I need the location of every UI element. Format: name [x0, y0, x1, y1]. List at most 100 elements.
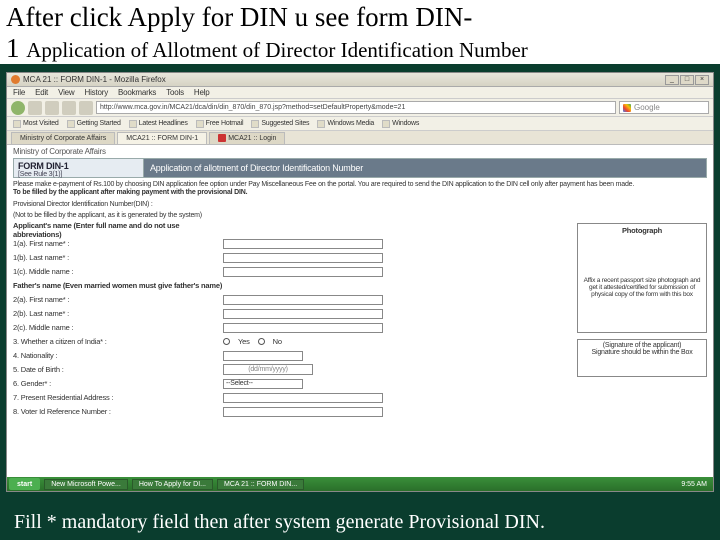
father-last-input[interactable] [223, 309, 383, 319]
citizen-yes-radio[interactable] [223, 338, 230, 345]
father-middle-input[interactable] [223, 323, 383, 333]
bookmark-icon [196, 120, 204, 128]
menu-edit[interactable]: Edit [35, 88, 48, 97]
slide-footer: Fill * mandatory field then after system… [0, 511, 720, 534]
search-placeholder: Google [634, 103, 660, 112]
form-rule: [See Rule 3(1)] [18, 171, 139, 178]
photo-box: Photograph Affix a recent passport size … [577, 223, 707, 333]
bookmark-icon [317, 120, 325, 128]
father-middle-label: 2(c). Middle name : [13, 323, 223, 332]
firefox-icon [11, 75, 20, 84]
bookmark-item[interactable]: Getting Started [67, 120, 121, 128]
middle-name-input[interactable] [223, 267, 383, 277]
title-line2-rest: Application of Allotment of Director Ide… [26, 38, 528, 62]
tab-form-din1[interactable]: MCA21 :: FORM DIN-1 [117, 132, 207, 144]
window-title: MCA 21 :: FORM DIN-1 - Mozilla Firefox [23, 75, 166, 84]
reload-icon[interactable] [45, 101, 59, 115]
provisional-din-label: Provisional Director Identification Numb… [13, 201, 707, 209]
photo-note: Affix a recent passport size photograph … [580, 275, 704, 300]
address-label: 7. Present Residential Address : [13, 393, 223, 402]
taskbar-item[interactable]: MCA 21 :: FORM DIN... [217, 479, 304, 490]
bookmark-icon [382, 120, 390, 128]
breadcrumb: Ministry of Corporate Affairs [13, 147, 707, 156]
home-icon[interactable] [79, 101, 93, 115]
first-name-input[interactable] [223, 239, 383, 249]
address-input[interactable] [223, 393, 383, 403]
clock: 9:55 AM [681, 481, 707, 488]
bookmark-item[interactable]: Most Visited [13, 120, 59, 128]
signature-box: (Signature of the applicant) Signature s… [577, 339, 707, 377]
gender-select[interactable]: --Select-- [223, 379, 303, 389]
father-first-label: 2(a). First name* : [13, 295, 223, 304]
maximize-button[interactable]: □ [680, 75, 694, 85]
tab-mca-login[interactable]: MCA21 :: Login [209, 132, 285, 144]
tab-bar: Ministry of Corporate Affairs MCA21 :: F… [7, 131, 713, 145]
provisional-din-hint: (Not to be filled by the applicant, as i… [13, 212, 707, 220]
father-name-header: Father's name (Even married women must g… [13, 281, 222, 290]
slide-title: After click Apply for DIN u see form DIN… [0, 0, 720, 64]
bookmark-item[interactable]: Free Hotmail [196, 120, 244, 128]
bookmark-item[interactable]: Latest Headlines [129, 120, 188, 128]
menu-file[interactable]: File [13, 88, 25, 97]
close-button[interactable]: × [695, 75, 709, 85]
back-icon[interactable] [11, 101, 25, 115]
stop-icon[interactable] [62, 101, 76, 115]
form-instructions: Please make e-payment of Rs.100 by choos… [13, 181, 707, 198]
signature-label: (Signature of the applicant) [580, 342, 704, 349]
bookmarks-bar: Most Visited Getting Started Latest Head… [7, 117, 713, 131]
last-name-label: 1(b). Last name* : [13, 253, 223, 262]
google-icon [623, 104, 631, 112]
dob-input[interactable]: (dd/mm/yyyy) [223, 364, 313, 375]
menu-bar: File Edit View History Bookmarks Tools H… [7, 87, 713, 99]
tab-favicon [218, 134, 226, 142]
forward-icon[interactable] [28, 101, 42, 115]
last-name-input[interactable] [223, 253, 383, 263]
middle-name-label: 1(c). Middle name : [13, 267, 223, 276]
menu-view[interactable]: View [58, 88, 74, 97]
bookmark-icon [129, 120, 137, 128]
bookmark-item[interactable]: Suggested Sites [251, 120, 309, 128]
nationality-label: 4. Nationality : [13, 351, 223, 360]
start-button[interactable]: start [9, 478, 40, 490]
gender-label: 6. Gender* : [13, 379, 223, 388]
window-titlebar: MCA 21 :: FORM DIN-1 - Mozilla Firefox _… [7, 73, 713, 87]
taskbar-item[interactable]: New Microsoft Powe... [44, 479, 128, 490]
system-tray: 9:55 AM [681, 481, 711, 488]
url-text: http://www.mca.gov.in/MCA21/dca/din/din_… [100, 104, 405, 111]
bookmark-icon [251, 120, 259, 128]
voter-id-label: 8. Voter Id Reference Number : [13, 407, 223, 416]
bookmark-icon [13, 120, 21, 128]
windows-taskbar: start New Microsoft Powe... How To Apply… [7, 477, 713, 491]
menu-help[interactable]: Help [194, 88, 210, 97]
browser-window: MCA 21 :: FORM DIN-1 - Mozilla Firefox _… [6, 72, 714, 492]
title-line1: After click Apply for DIN u see form DIN… [6, 2, 472, 32]
applicant-name-header: Applicant's name (Enter full name and do… [13, 221, 223, 239]
form-code: FORM DIN-1 [18, 161, 139, 171]
father-first-input[interactable] [223, 295, 383, 305]
taskbar-item[interactable]: How To Apply for DI... [132, 479, 213, 490]
form-title: Application of allotment of Director Ide… [144, 159, 706, 177]
citizen-no-radio[interactable] [258, 338, 265, 345]
form-fields: Applicant's name (Enter full name and do… [13, 223, 571, 419]
bookmark-item[interactable]: Windows Media [317, 120, 374, 128]
tab-mca-ministry[interactable]: Ministry of Corporate Affairs [11, 132, 115, 144]
menu-history[interactable]: History [85, 88, 109, 97]
signature-hint: Signature should be within the Box [580, 349, 704, 356]
page-content: Ministry of Corporate Affairs FORM DIN-1… [7, 145, 713, 477]
bookmark-item[interactable]: Windows [382, 120, 419, 128]
first-name-label: 1(a). First name* : [13, 239, 223, 248]
menu-bookmarks[interactable]: Bookmarks [118, 88, 156, 97]
bookmark-icon [67, 120, 75, 128]
photo-title: Photograph [580, 226, 704, 235]
nationality-select[interactable] [223, 351, 303, 361]
search-box[interactable]: Google [619, 101, 709, 114]
title-line2-prefix: 1 [6, 33, 26, 63]
voter-id-input[interactable] [223, 407, 383, 417]
father-last-label: 2(b). Last name* : [13, 309, 223, 318]
citizen-label: 3. Whether a citizen of India* : [13, 337, 223, 346]
form-header: FORM DIN-1 [See Rule 3(1)] Application o… [13, 158, 707, 178]
menu-tools[interactable]: Tools [166, 88, 184, 97]
minimize-button[interactable]: _ [665, 75, 679, 85]
dob-label: 5. Date of Birth : [13, 365, 223, 374]
url-bar[interactable]: http://www.mca.gov.in/MCA21/dca/din/din_… [96, 101, 616, 114]
